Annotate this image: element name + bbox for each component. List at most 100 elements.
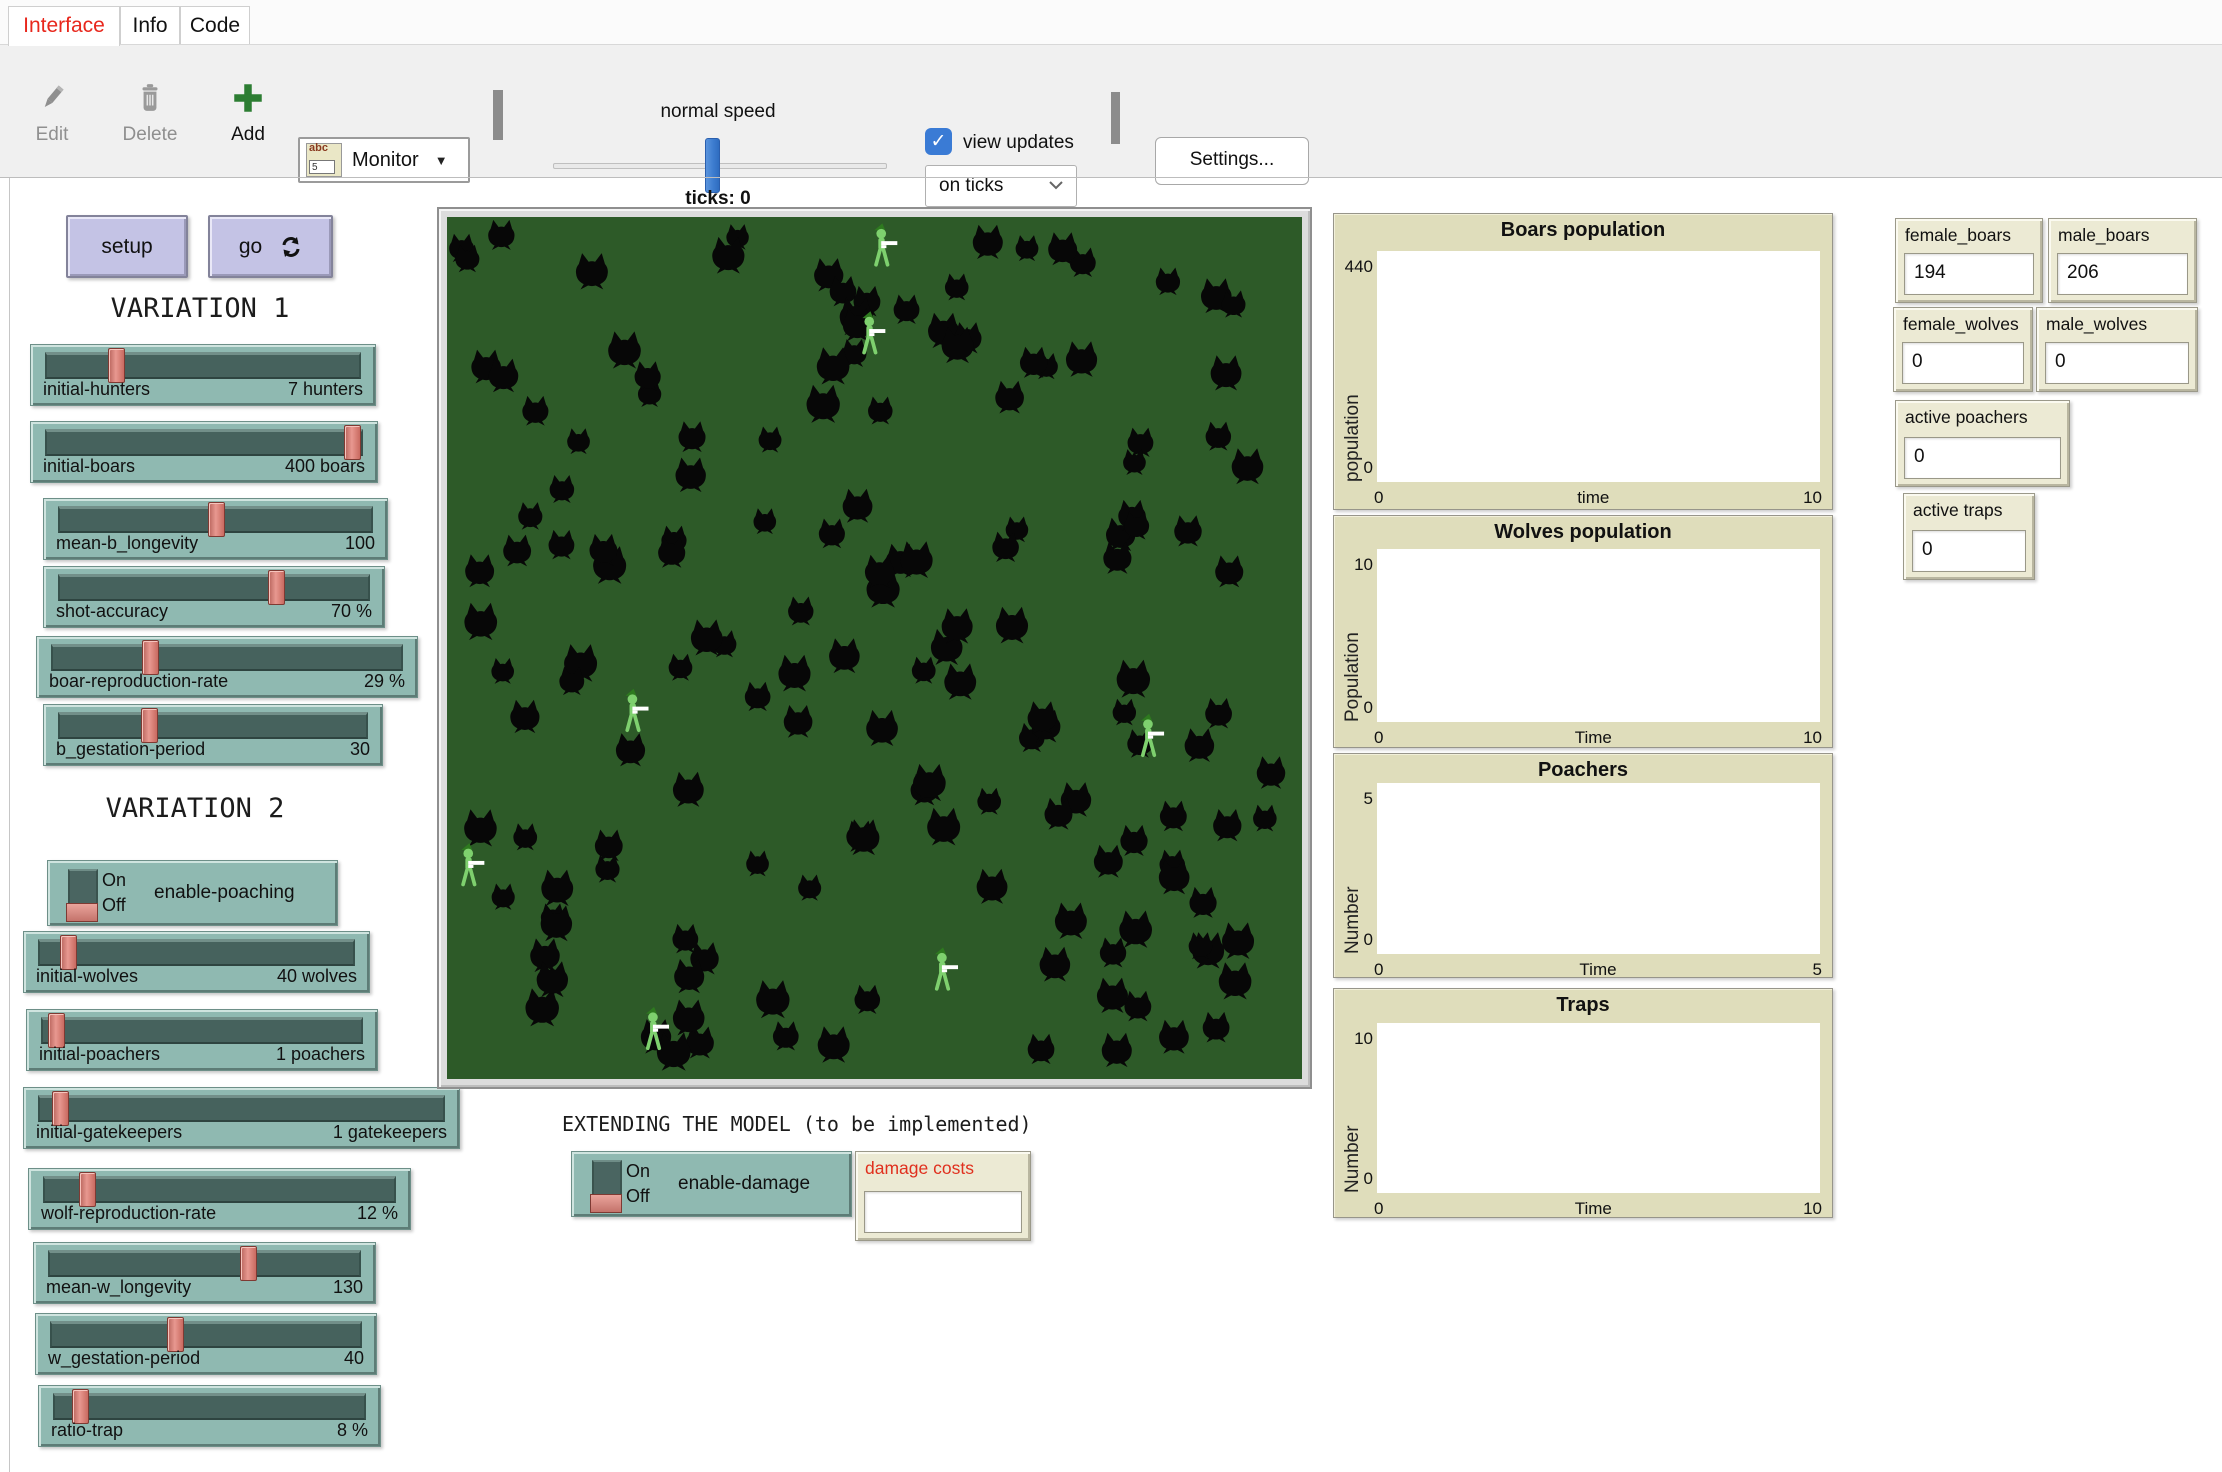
slider-b_gestation-period[interactable]: b_gestation-period 30 [43,704,383,766]
add-button[interactable]: Add [208,83,288,146]
slider-handle[interactable] [60,935,77,970]
slider-boar-reproduction-rate[interactable]: boar-reproduction-rate29 % [36,636,418,698]
switch-enable-damage[interactable]: OnOffenable-damage [571,1151,852,1217]
slider-handle[interactable] [72,1389,89,1424]
plot-boars-population: Boars populationpopulation44000time10 [1333,213,1833,510]
monitor-damage-costs: damage costs [855,1151,1031,1241]
tab-interface[interactable]: Interface [8,6,120,46]
slider-label: initial-poachers [39,1044,160,1065]
slider-value: 40 wolves [277,966,357,987]
monitor-label: male_boars [2058,225,2149,246]
monitor-male_boars: male_boars206 [2048,218,2197,303]
monitor-male_wolves: male_wolves0 [2036,307,2198,392]
slider-handle[interactable] [344,425,361,460]
slider-handle[interactable] [208,502,225,537]
tab-code[interactable]: Code [180,6,250,44]
slider-handle[interactable] [52,1091,69,1126]
switch-enable-poaching[interactable]: OnOffenable-poaching [47,860,338,926]
update-mode-select[interactable]: on ticks [925,165,1077,207]
delete-button[interactable]: Delete [110,83,190,146]
slider-label: shot-accuracy [56,601,168,622]
view-updates-checkbox[interactable]: ✓ [925,128,952,155]
plot-y-max-tick: 10 [1335,555,1373,575]
plot-x-min-tick: 0 [1374,960,1383,980]
slider-handle[interactable] [240,1246,257,1281]
switch-knob[interactable] [66,903,98,922]
slider-initial-poachers[interactable]: initial-poachers 1 poachers [26,1009,378,1071]
plot-x-axis-label: Time [1575,728,1612,748]
slider-handle[interactable] [167,1317,184,1352]
slider-label: wolf-reproduction-rate [41,1203,216,1224]
slider-shot-accuracy[interactable]: shot-accuracy70 % [43,566,385,628]
slider-initial-wolves[interactable]: initial-wolves40 wolves [23,931,370,993]
slider-label: w_gestation-period [48,1348,200,1369]
slider-track [50,1321,362,1348]
monitor-label: male_wolves [2046,314,2147,335]
slider-initial-hunters[interactable]: initial-hunters 7 hunters [30,344,376,406]
slider-handle[interactable] [268,570,285,605]
go-button[interactable]: go [208,215,333,278]
slider-label: mean-b_longevity [56,533,198,554]
tab-info[interactable]: Info [120,6,180,44]
plot-x-axis-label: Time [1579,960,1616,980]
speed-slider-handle[interactable] [705,138,720,193]
edit-button[interactable]: Edit [12,83,92,146]
slider-ratio-trap[interactable]: ratio-trap8 % [38,1385,381,1447]
switch-label: enable-poaching [154,861,295,925]
slider-w_gestation-period[interactable]: w_gestation-period40 [35,1313,377,1375]
slider-label: b_gestation-period [56,739,205,760]
monitor-value [864,1191,1022,1233]
variation2-heading: VARIATION 2 [30,793,360,824]
toolbar: Edit Delete Add abc 5 Monitor ▼ [0,45,2222,177]
setup-button[interactable]: setup [66,215,188,278]
forever-icon [280,236,302,258]
plot-poachers: PoachersNumber500Time5 [1333,753,1833,978]
slider-mean-w_longevity[interactable]: mean-w_longevity130 [33,1242,376,1304]
monitor-active-poachers: active poachers0 [1895,400,2070,487]
slider-track [43,1176,396,1203]
monitor-label: female_boars [1905,225,2011,246]
speed-slider-track[interactable] [553,163,887,169]
slider-label: initial-hunters [43,379,150,400]
plot-y-min-tick: 0 [1335,458,1373,478]
slider-track [38,939,355,966]
world-view [447,217,1302,1079]
switch-knob[interactable] [590,1194,622,1213]
plot-traps: TrapsNumber1000Time10 [1333,988,1833,1218]
plot-y-max-tick: 5 [1335,789,1373,809]
plot-title: Traps [1334,994,1832,1017]
monitor-value: 0 [1912,530,2026,572]
slider-track [58,574,370,601]
extending-note: EXTENDING THE MODEL (to be implemented) [562,1112,1032,1136]
slider-wolf-reproduction-rate[interactable]: wolf-reproduction-rate12 % [28,1168,411,1230]
slider-track [48,1250,361,1277]
monitor-female_boars: female_boars 194 [1895,218,2043,303]
slider-value: 7 hunters [288,379,363,400]
plot-y-axis-label: population [1342,251,1364,482]
go-label: go [239,235,262,259]
slider-mean-b_longevity[interactable]: mean-b_longevity100 [43,498,388,560]
netlogo-window: Interface Info Code Edit Delete [0,0,2222,1472]
slider-value: 1 poachers [276,1044,365,1065]
slider-handle[interactable] [108,348,125,383]
plot-x-max-tick: 10 [1803,1199,1822,1219]
variation1-heading: VARIATION 1 [35,293,365,324]
switch-off-label: Off [102,893,126,918]
switch-channel[interactable] [68,869,98,920]
monitor-female_wolves: female_wolves0 [1893,307,2033,392]
slider-value: 30 [350,739,370,760]
slider-handle[interactable] [142,640,159,675]
plot-x-max-tick: 10 [1803,488,1822,508]
slider-handle[interactable] [48,1013,65,1048]
slider-handle[interactable] [79,1172,96,1207]
monitor-active-traps: active traps0 [1903,493,2035,580]
switch-channel[interactable] [592,1160,622,1211]
slider-handle[interactable] [141,708,158,743]
monitor-value: 194 [1904,253,2034,295]
dropdown-arrow-icon: ▼ [435,153,448,168]
widget-type-label: Monitor [352,149,419,172]
slider-initial-boars[interactable]: initial-boars400 boars [30,421,378,483]
slider-initial-gatekeepers[interactable]: initial-gatekeepers1 gatekeepers [23,1087,460,1149]
slider-label: initial-boars [43,456,135,477]
monitor-label: active poachers [1905,407,2028,428]
